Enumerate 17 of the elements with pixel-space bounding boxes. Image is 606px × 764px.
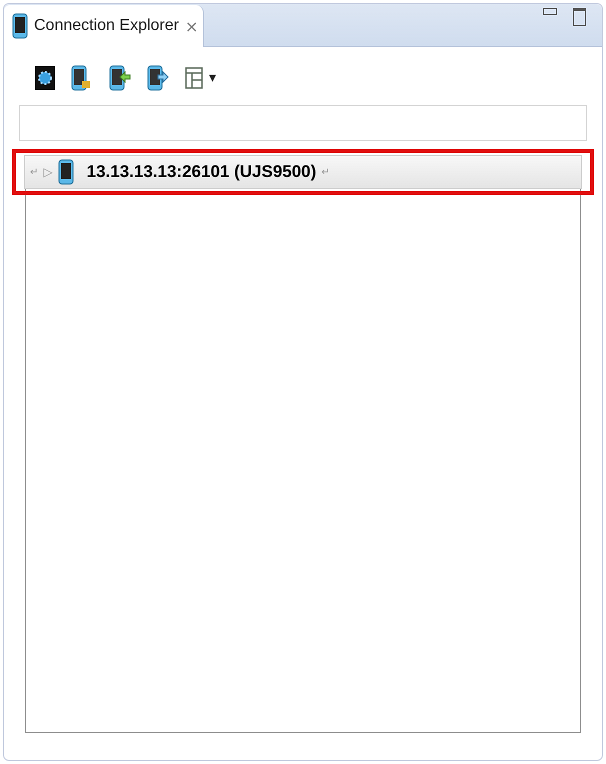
filter-field[interactable]: [19, 105, 587, 141]
pilcrow-mark: ↵: [321, 166, 330, 178]
dropdown-arrow[interactable]: ▾: [209, 70, 216, 86]
tree-item[interactable]: ↵ ▷ 13.13.13.13:26101 (UJS9500) ↵: [24, 155, 582, 189]
maximize-icon[interactable]: [573, 8, 586, 26]
phone-icon: [58, 159, 74, 185]
pilcrow-mark: ↵: [30, 166, 38, 178]
close-icon[interactable]: ⨯: [184, 16, 198, 36]
minimize-icon[interactable]: [543, 8, 557, 15]
phone-arrow-icon[interactable]: [147, 65, 169, 91]
phone-arrow-icon[interactable]: [109, 65, 131, 91]
gear-icon[interactable]: [35, 65, 55, 91]
layout-icon[interactable]: [185, 67, 203, 89]
connection-label: 13.13.13.13:26101 (UJS9500): [86, 162, 316, 182]
plug-icon[interactable]: [71, 65, 93, 91]
view-tab-title[interactable]: Connection Explorer: [34, 17, 179, 35]
phone-icon: [12, 13, 28, 39]
